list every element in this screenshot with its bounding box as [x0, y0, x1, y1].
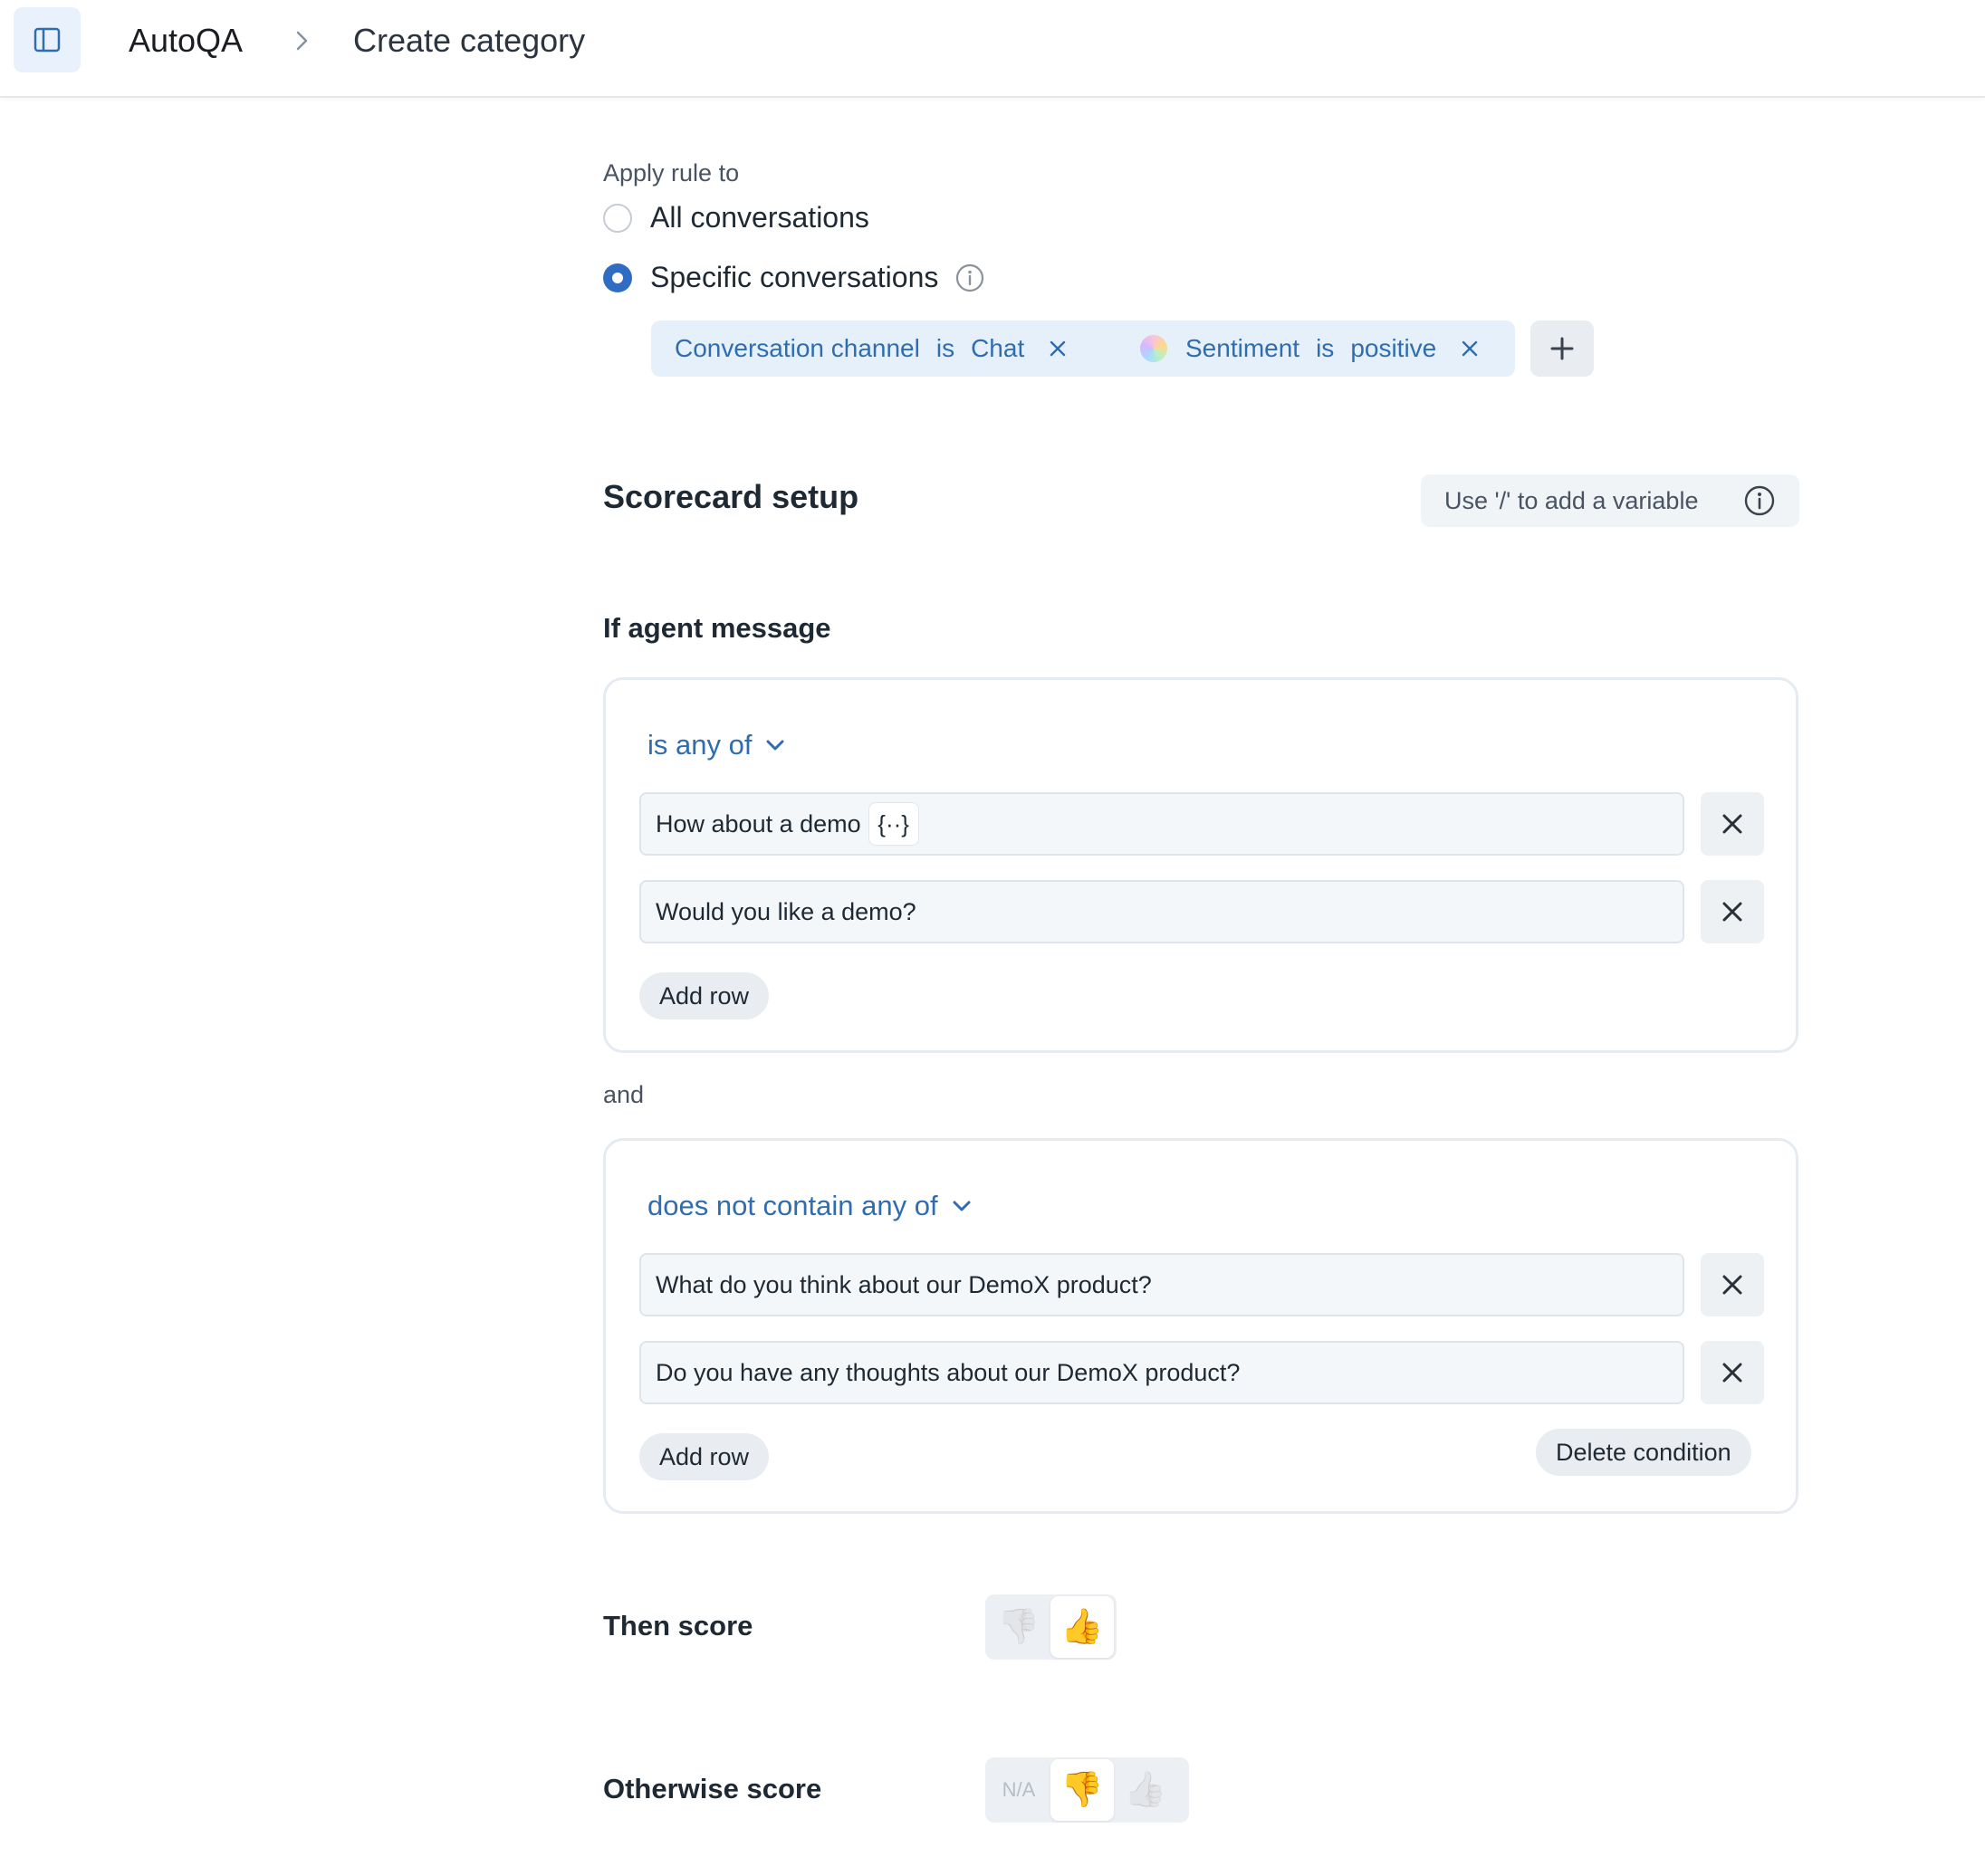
- sentiment-icon: [1140, 335, 1167, 362]
- radio-label: All conversations: [650, 201, 869, 234]
- delete-condition-button[interactable]: Delete condition: [1536, 1429, 1751, 1476]
- filter-value: positive: [1350, 334, 1437, 362]
- condition-card: does not contain any of What do you thin…: [603, 1138, 1798, 1514]
- variable-token[interactable]: {··}: [868, 802, 919, 846]
- close-icon: [1722, 902, 1742, 922]
- add-row-button[interactable]: Add row: [639, 972, 770, 1019]
- condition-joiner: and: [603, 1081, 645, 1108]
- close-icon[interactable]: [1460, 339, 1480, 359]
- phrase-text: Would you like a demo?: [656, 897, 916, 925]
- filter-value: Chat: [971, 334, 1025, 362]
- phrase-text: Do you have any thoughts about our DemoX…: [656, 1358, 1241, 1386]
- add-row-button[interactable]: Add row: [639, 1433, 770, 1480]
- operator-select[interactable]: does not contain any of: [647, 1190, 973, 1222]
- chevron-down-icon: [951, 1198, 973, 1214]
- filter-field: Sentiment: [1185, 334, 1300, 362]
- then-score-toggle: 👎 👍: [985, 1594, 1117, 1660]
- filter-chip-channel[interactable]: Conversation channel is Chat: [651, 321, 1160, 377]
- thumbs-down-icon[interactable]: 👎: [987, 1596, 1050, 1658]
- remove-row-button[interactable]: [1701, 792, 1764, 856]
- thumbs-up-icon[interactable]: 👍: [1050, 1596, 1114, 1658]
- filter-chip-sentiment[interactable]: Sentiment is positive: [1117, 321, 1515, 377]
- info-icon[interactable]: [954, 263, 985, 293]
- operator-select[interactable]: is any of: [647, 729, 786, 761]
- otherwise-score-label: Otherwise score: [603, 1773, 822, 1804]
- page-title: Create category: [353, 22, 586, 59]
- filter-operator: is: [1316, 334, 1335, 362]
- top-bar: AutoQA Create category: [0, 0, 1985, 98]
- chevron-right-icon: [292, 27, 313, 59]
- close-icon: [1722, 1275, 1742, 1295]
- scorecard-setup-title: Scorecard setup: [603, 478, 859, 515]
- otherwise-score-toggle: N/A 👎 👍: [985, 1757, 1189, 1823]
- operator-value: does not contain any of: [647, 1190, 938, 1221]
- radio-button[interactable]: [603, 263, 632, 292]
- phrase-input[interactable]: What do you think about our DemoX produc…: [639, 1253, 1684, 1316]
- remove-row-button[interactable]: [1701, 880, 1764, 943]
- remove-row-button[interactable]: [1701, 1253, 1764, 1316]
- close-icon: [1722, 1363, 1742, 1383]
- variable-hint: Use '/' to add a variable: [1421, 474, 1799, 527]
- na-option[interactable]: N/A: [987, 1759, 1050, 1821]
- chevron-down-icon: [764, 737, 786, 753]
- phrase-text: How about a demo: [656, 809, 861, 838]
- thumbs-up-icon[interactable]: 👍: [1114, 1759, 1177, 1821]
- apply-rule-label: Apply rule to: [603, 159, 740, 187]
- phrase-input[interactable]: How about a demo {··}: [639, 792, 1684, 856]
- sidebar-panel-icon: [34, 27, 61, 53]
- radio-specific-conversations[interactable]: Specific conversations: [603, 261, 985, 294]
- then-score-label: Then score: [603, 1610, 753, 1642]
- add-filter-button[interactable]: [1530, 321, 1594, 377]
- filter-operator: is: [935, 334, 955, 362]
- plus-icon: [1550, 337, 1574, 360]
- variable-hint-text: Use '/' to add a variable: [1444, 486, 1699, 514]
- close-icon: [1722, 814, 1742, 834]
- filter-field: Conversation channel: [675, 334, 920, 362]
- info-icon[interactable]: [1743, 484, 1776, 517]
- operator-value: is any of: [647, 729, 753, 761]
- remove-row-button[interactable]: [1701, 1341, 1764, 1404]
- phrase-input[interactable]: Do you have any thoughts about our DemoX…: [639, 1341, 1684, 1404]
- radio-label: Specific conversations: [650, 261, 939, 293]
- breadcrumb-app-link[interactable]: AutoQA: [129, 22, 243, 60]
- close-icon[interactable]: [1048, 339, 1068, 359]
- radio-all-conversations[interactable]: All conversations: [603, 201, 869, 234]
- condition-card: is any of How about a demo {··} Would yo…: [603, 677, 1798, 1053]
- thumbs-down-icon[interactable]: 👎: [1050, 1759, 1114, 1821]
- phrase-input[interactable]: Would you like a demo?: [639, 880, 1684, 943]
- if-agent-message-label: If agent message: [603, 612, 831, 644]
- sidebar-toggle-button[interactable]: [14, 7, 81, 72]
- radio-button[interactable]: [603, 203, 632, 233]
- phrase-text: What do you think about our DemoX produc…: [656, 1270, 1152, 1298]
